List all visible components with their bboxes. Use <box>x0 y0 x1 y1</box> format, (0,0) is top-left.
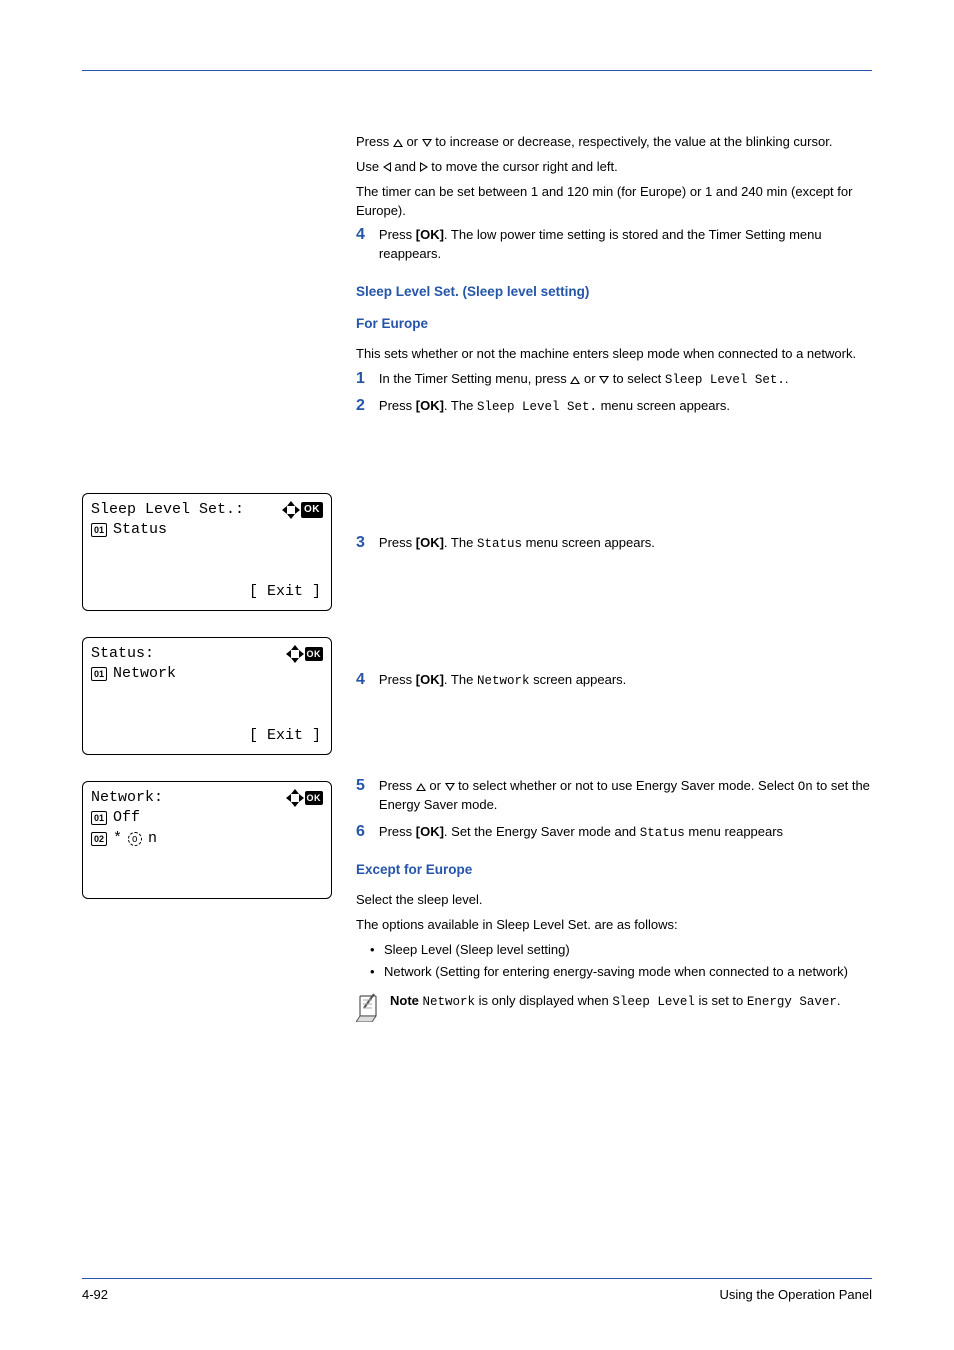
lcd1-badge: 01 <box>91 523 107 537</box>
lcd1-item: Status <box>113 520 167 540</box>
except-p2: The options available in Sleep Level Set… <box>356 916 872 935</box>
list-item: Network (Setting for entering energy-sav… <box>370 963 872 982</box>
step-number: 3 <box>356 534 365 553</box>
heading-sleep-level: Sleep Level Set. (Sleep level setting) <box>356 282 872 302</box>
left-column: Sleep Level Set.: OK 01 Status [ Exit ] … <box>82 133 332 1022</box>
intro-p1: Press or to increase or decrease, respec… <box>356 133 872 152</box>
right-icon <box>420 162 428 172</box>
lcd3-item1: Off <box>113 808 140 828</box>
step-4-top: 4 Press [OK]. The low power time setting… <box>356 226 872 264</box>
up-icon <box>416 783 426 791</box>
lcd3-badge1: 01 <box>91 811 107 825</box>
note: Note Network is only displayed when Slee… <box>356 992 872 1022</box>
list-item: Sleep Level (Sleep level setting) <box>370 941 872 960</box>
step-5: 5 Press or to select whether or not to u… <box>356 777 872 815</box>
cursor-icon: O <box>128 832 142 846</box>
step-number: 6 <box>356 823 365 842</box>
step-3: 3 Press [OK]. The Status menu screen app… <box>356 534 872 553</box>
lcd3-item2: n <box>148 829 157 849</box>
lcd-network: Network: OK 01 Off 02 * On <box>82 781 332 899</box>
europe-intro: This sets whether or not the machine ent… <box>356 345 872 364</box>
step-number: 1 <box>356 370 365 389</box>
heading-for-europe: For Europe <box>356 314 872 334</box>
step-6: 6 Press [OK]. Set the Energy Saver mode … <box>356 823 872 842</box>
lcd1-exit[interactable]: [ Exit ] <box>249 582 321 602</box>
lcd-status: Status: OK 01 Network [ Exit ] <box>82 637 332 755</box>
intro-p3: The timer can be set between 1 and 120 m… <box>356 183 872 221</box>
lcd2-item: Network <box>113 664 176 684</box>
left-icon <box>383 162 391 172</box>
lcd2-badge: 01 <box>91 667 107 681</box>
down-icon <box>422 139 432 147</box>
page-number: 4-92 <box>82 1287 108 1302</box>
step-number: 2 <box>356 397 365 416</box>
right-column: Press or to increase or decrease, respec… <box>356 133 872 1022</box>
note-icon <box>356 992 382 1022</box>
nav-ok-icon: OK <box>283 502 323 518</box>
header-rule <box>82 70 872 71</box>
note-label: Note <box>390 993 419 1008</box>
lcd3-badge2: 02 <box>91 832 107 846</box>
step-1: 1 In the Timer Setting menu, press or to… <box>356 370 872 389</box>
step-4: 4 Press [OK]. The Network screen appears… <box>356 671 872 690</box>
up-icon <box>393 139 403 147</box>
heading-except-europe: Except for Europe <box>356 860 872 880</box>
lcd1-title: Sleep Level Set.: <box>91 500 244 520</box>
nav-ok-icon: OK <box>287 790 324 806</box>
step-number: 4 <box>356 226 365 264</box>
down-icon <box>445 783 455 791</box>
down-icon <box>599 376 609 384</box>
intro-p2: Use and to move the cursor right and lef… <box>356 158 872 177</box>
footer-title: Using the Operation Panel <box>720 1287 872 1302</box>
lcd2-exit[interactable]: [ Exit ] <box>249 726 321 746</box>
lcd-sleep-level: Sleep Level Set.: OK 01 Status [ Exit ] <box>82 493 332 611</box>
nav-ok-icon: OK <box>287 646 324 662</box>
except-p1: Select the sleep level. <box>356 891 872 910</box>
lcd2-title: Status: <box>91 644 154 664</box>
step-2: 2 Press [OK]. The Sleep Level Set. menu … <box>356 397 872 416</box>
lcd3-title: Network: <box>91 788 163 808</box>
step-number: 4 <box>356 671 365 690</box>
step-number: 5 <box>356 777 365 815</box>
up-icon <box>570 376 580 384</box>
footer: 4-92 Using the Operation Panel <box>82 1278 872 1302</box>
options-list: Sleep Level (Sleep level setting) Networ… <box>356 941 872 982</box>
